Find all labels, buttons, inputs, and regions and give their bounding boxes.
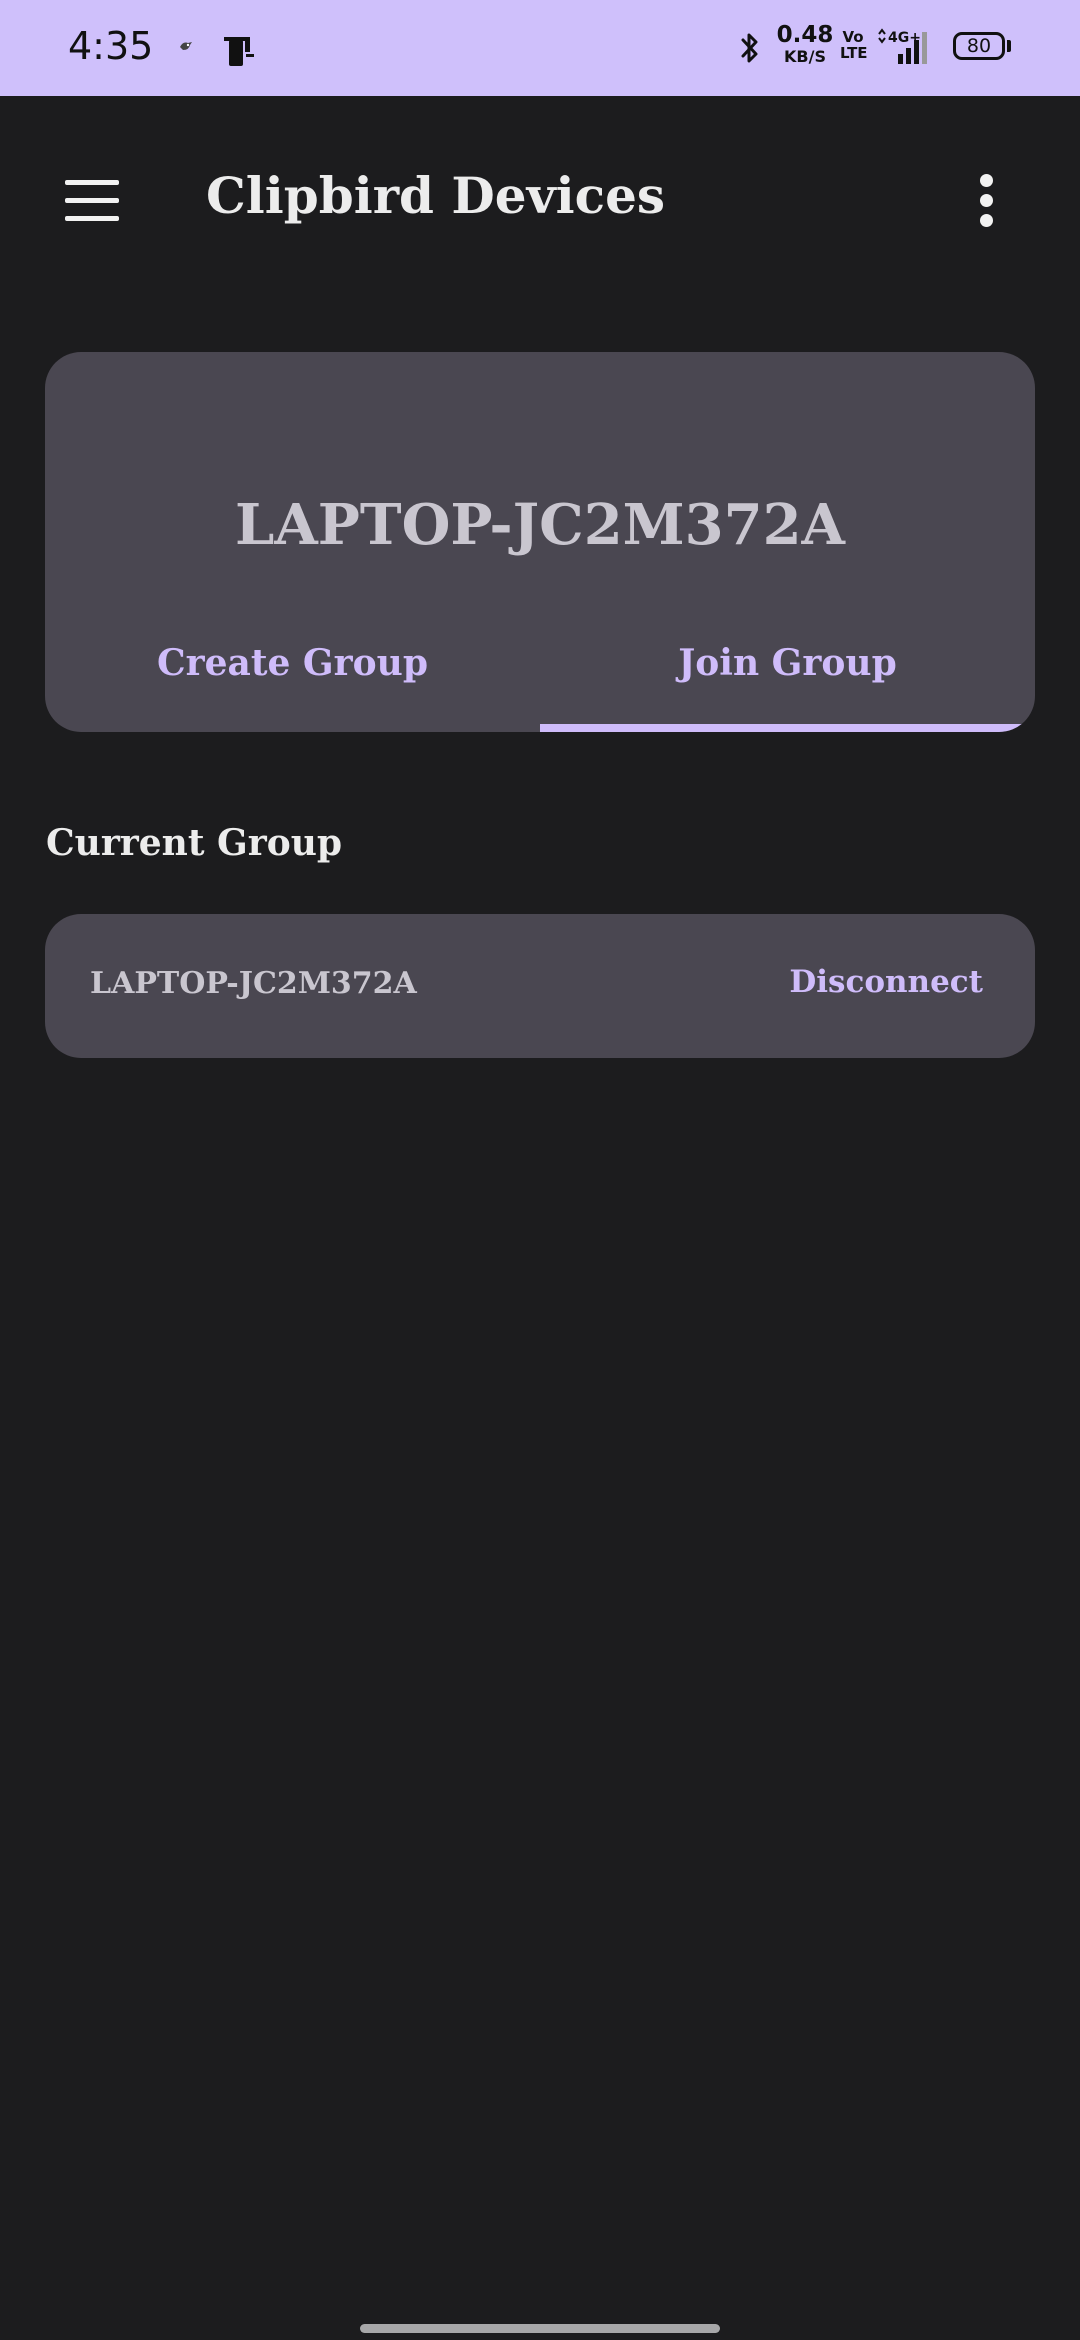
notification-bird-icon — [180, 42, 192, 50]
more-vertical-icon[interactable] — [960, 170, 1014, 230]
network-speed: 0.48 KB/S — [776, 24, 834, 65]
current-group-name: LAPTOP-JC2M372A — [90, 966, 417, 1001]
volte-line2: LTE — [840, 43, 868, 62]
signal-icon: 4G+ — [878, 28, 927, 64]
bluetooth-icon — [741, 33, 758, 63]
tab-create-group-label: Create Group — [157, 642, 428, 684]
status-bar: 4:35 0.48 KB/S Vo LTE 4G+ 80 — [0, 0, 1080, 96]
tab-join-group[interactable]: Join Group — [540, 622, 1035, 732]
tab-selected-indicator — [540, 724, 1035, 732]
battery-tip — [1007, 40, 1011, 52]
network-speed-unit: KB/S — [784, 47, 826, 66]
gesture-nav-handle[interactable] — [360, 2324, 720, 2333]
tab-join-group-label: Join Group — [678, 642, 897, 684]
battery-icon: 80 — [953, 32, 1005, 60]
status-time: 4:35 — [68, 24, 154, 68]
hamburger-menu-icon[interactable] — [52, 170, 134, 230]
page-title: Clipbird Devices — [206, 166, 666, 225]
device-name: LAPTOP-JC2M372A — [234, 492, 846, 558]
disconnect-button[interactable]: Disconnect — [789, 964, 983, 1000]
current-group-heading: Current Group — [46, 822, 343, 864]
phone-transfer-icon — [224, 37, 254, 66]
network-speed-value: 0.48 — [776, 22, 834, 48]
tab-create-group[interactable]: Create Group — [45, 622, 540, 732]
device-card: LAPTOP-JC2M372A Create Group Join Group — [45, 352, 1035, 732]
app-bar: Clipbird Devices — [0, 96, 1080, 306]
current-group-row: LAPTOP-JC2M372A Disconnect — [45, 914, 1035, 1058]
volte-indicator: Vo LTE — [840, 29, 868, 62]
